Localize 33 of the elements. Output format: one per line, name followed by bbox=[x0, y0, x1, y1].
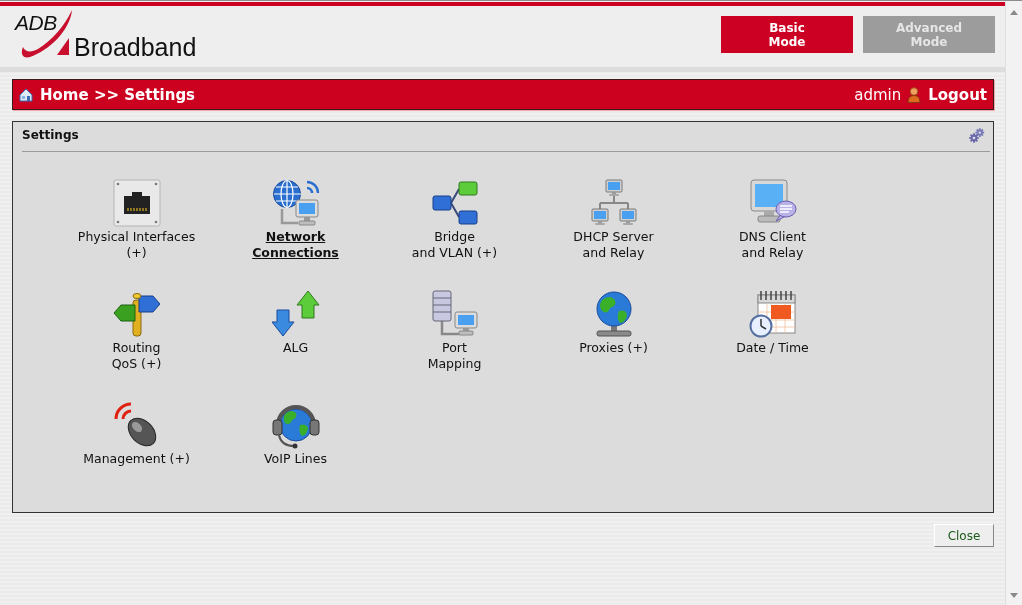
settings-link[interactable]: VoIP Lines bbox=[264, 451, 327, 467]
calendar-clock-icon[interactable] bbox=[748, 290, 797, 338]
computer-network-icon[interactable] bbox=[589, 179, 638, 227]
settings-icon[interactable] bbox=[969, 127, 985, 143]
scroll-up-icon[interactable] bbox=[1010, 10, 1018, 15]
settings-link[interactable]: Network Connections bbox=[252, 229, 339, 261]
globe-computer-icon[interactable] bbox=[271, 179, 320, 227]
settings-link[interactable]: ALG bbox=[282, 340, 309, 356]
settings-link[interactable]: Management (+) bbox=[83, 451, 190, 467]
server-computer-icon[interactable] bbox=[430, 290, 479, 338]
settings-link[interactable]: Routing QoS (+) bbox=[111, 340, 162, 372]
signpost-icon[interactable] bbox=[112, 290, 161, 338]
username-text: admin bbox=[854, 85, 902, 104]
home-icon[interactable] bbox=[19, 87, 33, 102]
settings-link[interactable]: DHCP Server and Relay bbox=[573, 229, 654, 261]
logout-link[interactable]: Logout bbox=[928, 85, 987, 104]
settings-link[interactable]: Physical Interfaces (+) bbox=[77, 229, 196, 261]
settings-link[interactable]: DNS Client and Relay bbox=[738, 229, 807, 261]
settings-link[interactable]: Bridge and VLAN (+) bbox=[411, 229, 498, 261]
settings-link[interactable]: Date / Time bbox=[736, 340, 809, 356]
logo-text: Broadband bbox=[74, 34, 197, 61]
up-down-arrows-icon[interactable] bbox=[271, 290, 320, 338]
panel-title: Settings bbox=[22, 128, 79, 142]
logo-text: ADB bbox=[15, 11, 57, 34]
scroll-down-icon[interactable] bbox=[1010, 593, 1018, 598]
settings-link[interactable]: Proxies (+) bbox=[579, 340, 648, 356]
ethernet-port-icon[interactable] bbox=[112, 179, 161, 227]
settings-link[interactable]: Port Mapping bbox=[427, 340, 482, 372]
mode-button[interactable]: Basic Mode bbox=[721, 16, 853, 53]
close-button[interactable]: Close bbox=[934, 524, 994, 547]
breadcrumb-text: Home >> Settings bbox=[40, 85, 196, 104]
user-icon bbox=[907, 86, 922, 103]
connected-blocks-icon[interactable] bbox=[430, 179, 479, 227]
